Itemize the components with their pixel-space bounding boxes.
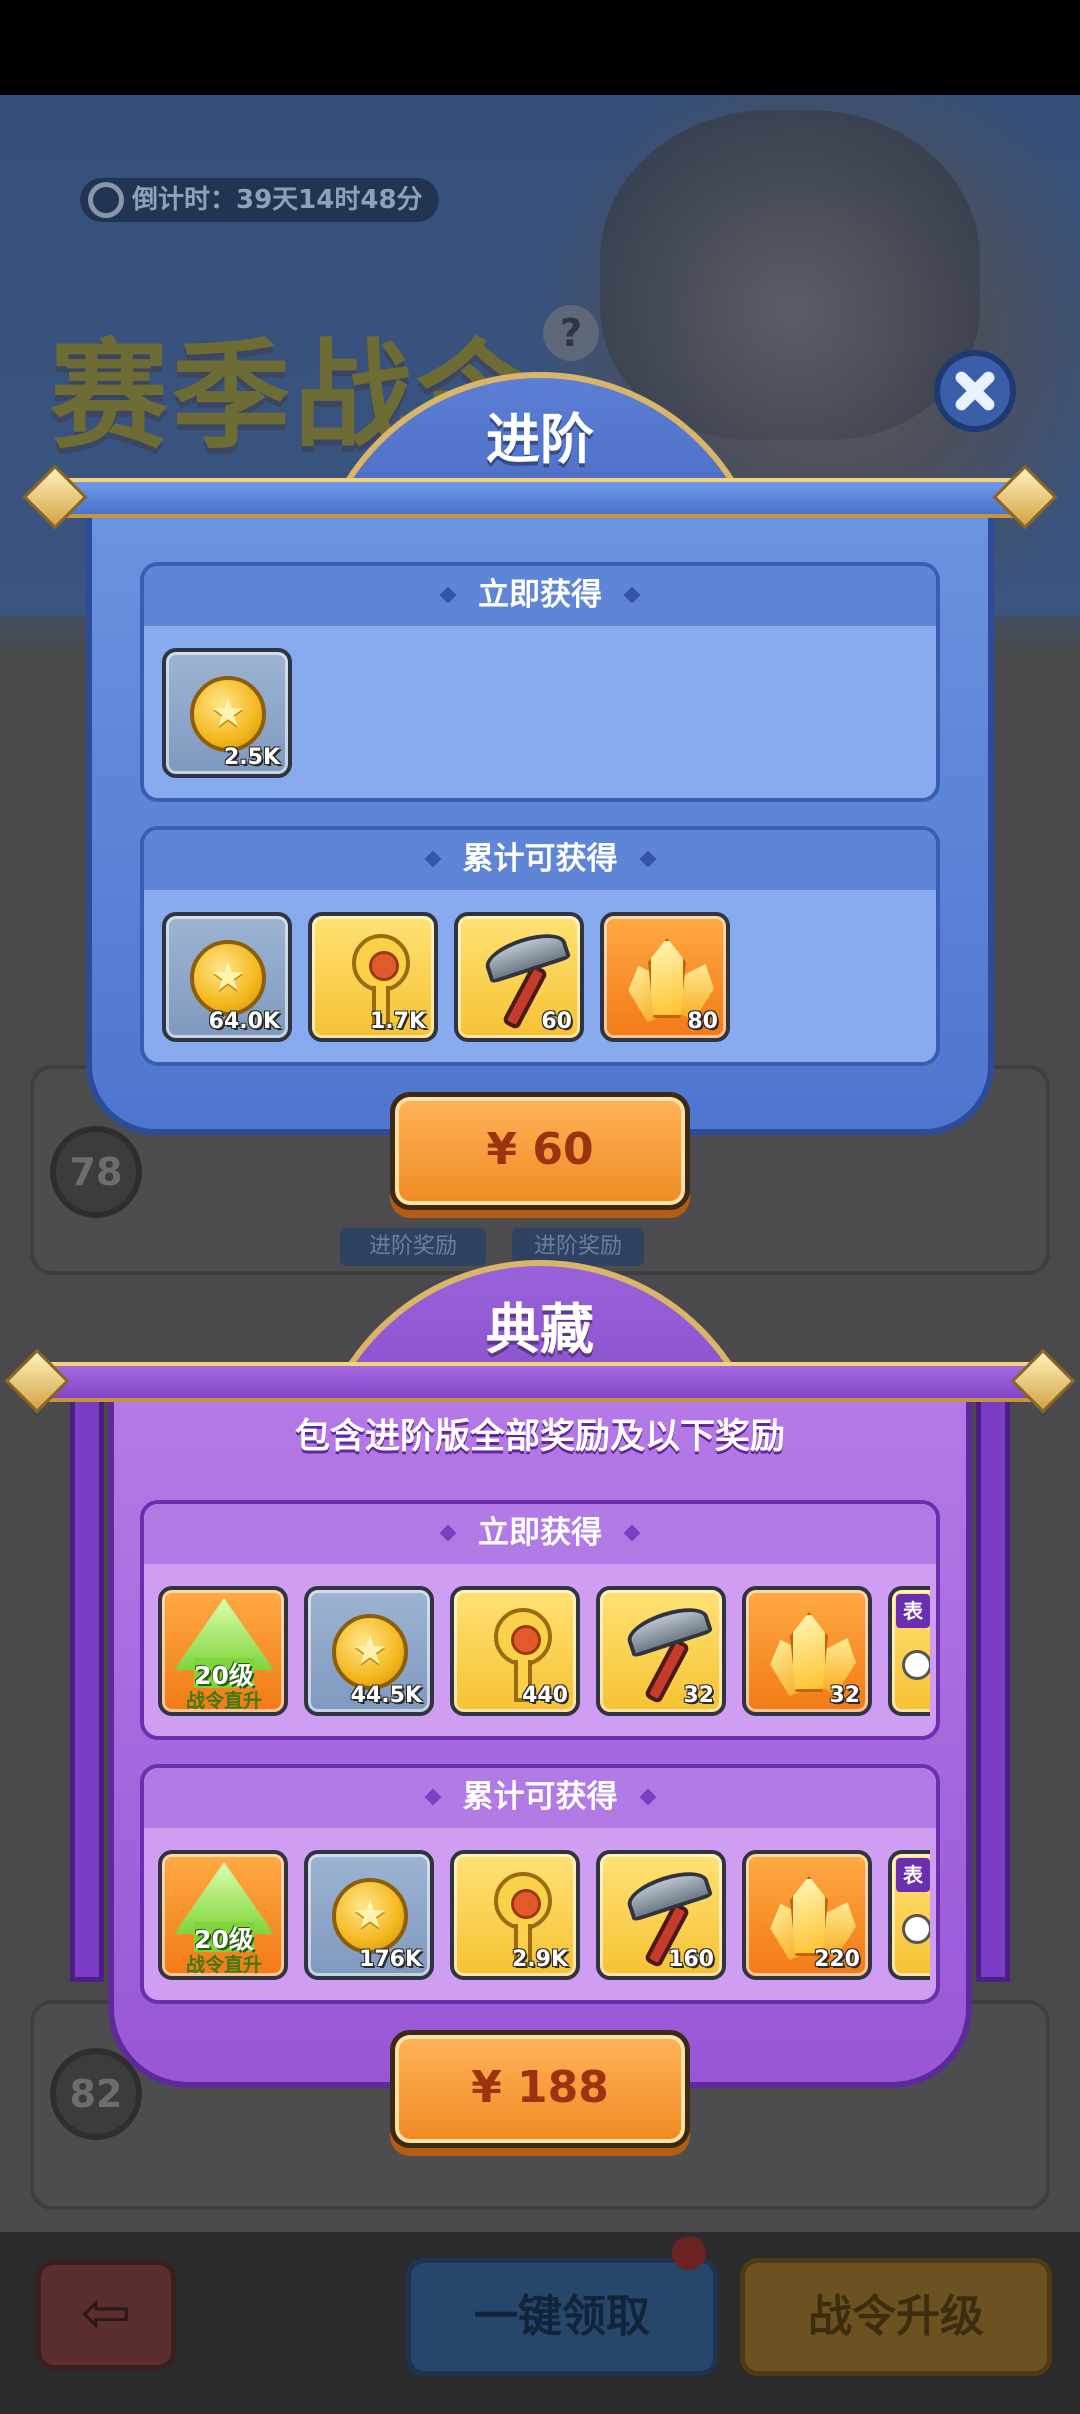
- reward-item[interactable]: 44.5K: [304, 1586, 434, 1716]
- item-quantity: 44.5K: [350, 1683, 422, 1708]
- section-title: 累计可获得: [462, 841, 618, 877]
- status-bar: [0, 0, 1080, 95]
- item-quantity: 32: [683, 1683, 714, 1708]
- reward-item[interactable]: 176K: [304, 1850, 434, 1980]
- section-header: 累计可获得: [144, 1768, 936, 1828]
- level-up-arrow-icon: 20级 战令直升: [172, 1598, 276, 1712]
- countdown-timer: 倒计时：39天14时48分: [80, 178, 439, 222]
- reward-item[interactable]: 220: [742, 1850, 872, 1980]
- collector-subtitle: 包含进阶版全部奖励及以下奖励: [294, 1417, 785, 1457]
- reward-item[interactable]: 表: [888, 1850, 930, 1980]
- item-quantity: 32: [829, 1683, 860, 1708]
- emote-icon: [902, 1914, 930, 1944]
- emote-tag: 表: [896, 1594, 930, 1628]
- reward-scroll-row[interactable]: 20级 战令直升 176K 2.9K 160 220 表: [158, 1848, 930, 1988]
- level-sub-label: 战令直升: [185, 1690, 262, 1712]
- collector-title: 典藏: [486, 1298, 594, 1361]
- bullet-icon: [639, 850, 656, 868]
- item-quantity: 160: [668, 1947, 714, 1972]
- emote-icon: [902, 1650, 930, 1680]
- advanced-reward-chip: 进阶奖励: [340, 1228, 486, 1266]
- collector-buy-button[interactable]: ¥ 188: [390, 2030, 690, 2148]
- reward-scroll-row[interactable]: 20级 战令直升 44.5K 440 32 32 表: [158, 1584, 930, 1724]
- collector-cumulative-section: 累计可获得 20级 战令直升 176K 2.9K 160: [140, 1764, 940, 2004]
- bullet-icon: [424, 1788, 441, 1806]
- collector-rail: [28, 1362, 1052, 1402]
- bullet-icon: [623, 1524, 641, 1542]
- banner-side: [976, 1392, 1010, 1982]
- clock-icon: [88, 182, 124, 218]
- item-quantity: 176K: [359, 1947, 422, 1972]
- countdown-text: 倒计时：39天14时48分: [132, 185, 423, 215]
- coin-icon: [332, 1878, 408, 1954]
- reward-item[interactable]: 80: [600, 912, 730, 1042]
- item-quantity: 2.5K: [223, 745, 280, 770]
- item-quantity: 440: [522, 1683, 568, 1708]
- section-title: 累计可获得: [462, 1779, 618, 1815]
- reward-item[interactable]: 160: [596, 1850, 726, 1980]
- section-title: 立即获得: [478, 1515, 602, 1551]
- reward-item[interactable]: 表: [888, 1586, 930, 1716]
- level-up-arrow-icon: 20级 战令直升: [172, 1862, 276, 1976]
- emote-tag: 表: [896, 1858, 930, 1892]
- level-sub-label: 战令直升: [185, 1954, 262, 1976]
- claim-all-button[interactable]: 一键领取: [406, 2258, 718, 2376]
- reward-item[interactable]: 60: [454, 912, 584, 1042]
- coin-icon: [190, 940, 266, 1016]
- notification-dot: [672, 2236, 706, 2270]
- item-quantity: 220: [814, 1947, 860, 1972]
- advanced-immediate-section: 立即获得 2.5K: [140, 562, 940, 802]
- reward-item[interactable]: 2.5K: [162, 648, 292, 778]
- collector-immediate-section: 立即获得 20级 战令直升 44.5K 440 32: [140, 1500, 940, 1740]
- level-badge: 78: [50, 1126, 142, 1218]
- advanced-buy-button[interactable]: ¥ 60: [390, 1092, 690, 1210]
- section-header: 立即获得: [144, 1504, 936, 1564]
- item-quantity: 80: [687, 1009, 718, 1034]
- section-header: 立即获得: [144, 566, 936, 626]
- reward-item[interactable]: 32: [596, 1586, 726, 1716]
- advanced-title: 进阶: [486, 408, 594, 471]
- close-button[interactable]: [934, 350, 1016, 432]
- section-title: 立即获得: [478, 577, 602, 613]
- reward-item[interactable]: 2.9K: [450, 1850, 580, 1980]
- item-quantity: 1.7K: [369, 1009, 426, 1034]
- bullet-icon: [623, 586, 641, 604]
- reward-item[interactable]: 64.0K: [162, 912, 292, 1042]
- help-icon[interactable]: ?: [543, 305, 599, 361]
- bullet-icon: [424, 850, 441, 868]
- bullet-icon: [439, 586, 457, 604]
- advanced-cumulative-section: 累计可获得 64.0K 1.7K 60 80: [140, 826, 940, 1066]
- banner-side: [70, 1392, 104, 1982]
- knight-penguin-mascot: [600, 110, 980, 440]
- reward-item[interactable]: 32: [742, 1586, 872, 1716]
- item-quantity: 2.9K: [511, 1947, 568, 1972]
- back-button[interactable]: ⇦: [36, 2260, 176, 2370]
- bullet-icon: [639, 1788, 656, 1806]
- coin-icon: [332, 1614, 408, 1690]
- coin-icon: [190, 676, 266, 752]
- item-quantity: 60: [541, 1009, 572, 1034]
- upgrade-pass-button[interactable]: 战令升级: [740, 2258, 1052, 2376]
- advanced-rail: [48, 478, 1032, 518]
- section-header: 累计可获得: [144, 830, 936, 890]
- reward-item[interactable]: 440: [450, 1586, 580, 1716]
- reward-item[interactable]: 1.7K: [308, 912, 438, 1042]
- item-quantity: 64.0K: [208, 1009, 280, 1034]
- bullet-icon: [439, 1524, 457, 1542]
- reward-item[interactable]: 20级 战令直升: [158, 1850, 288, 1980]
- reward-item[interactable]: 20级 战令直升: [158, 1586, 288, 1716]
